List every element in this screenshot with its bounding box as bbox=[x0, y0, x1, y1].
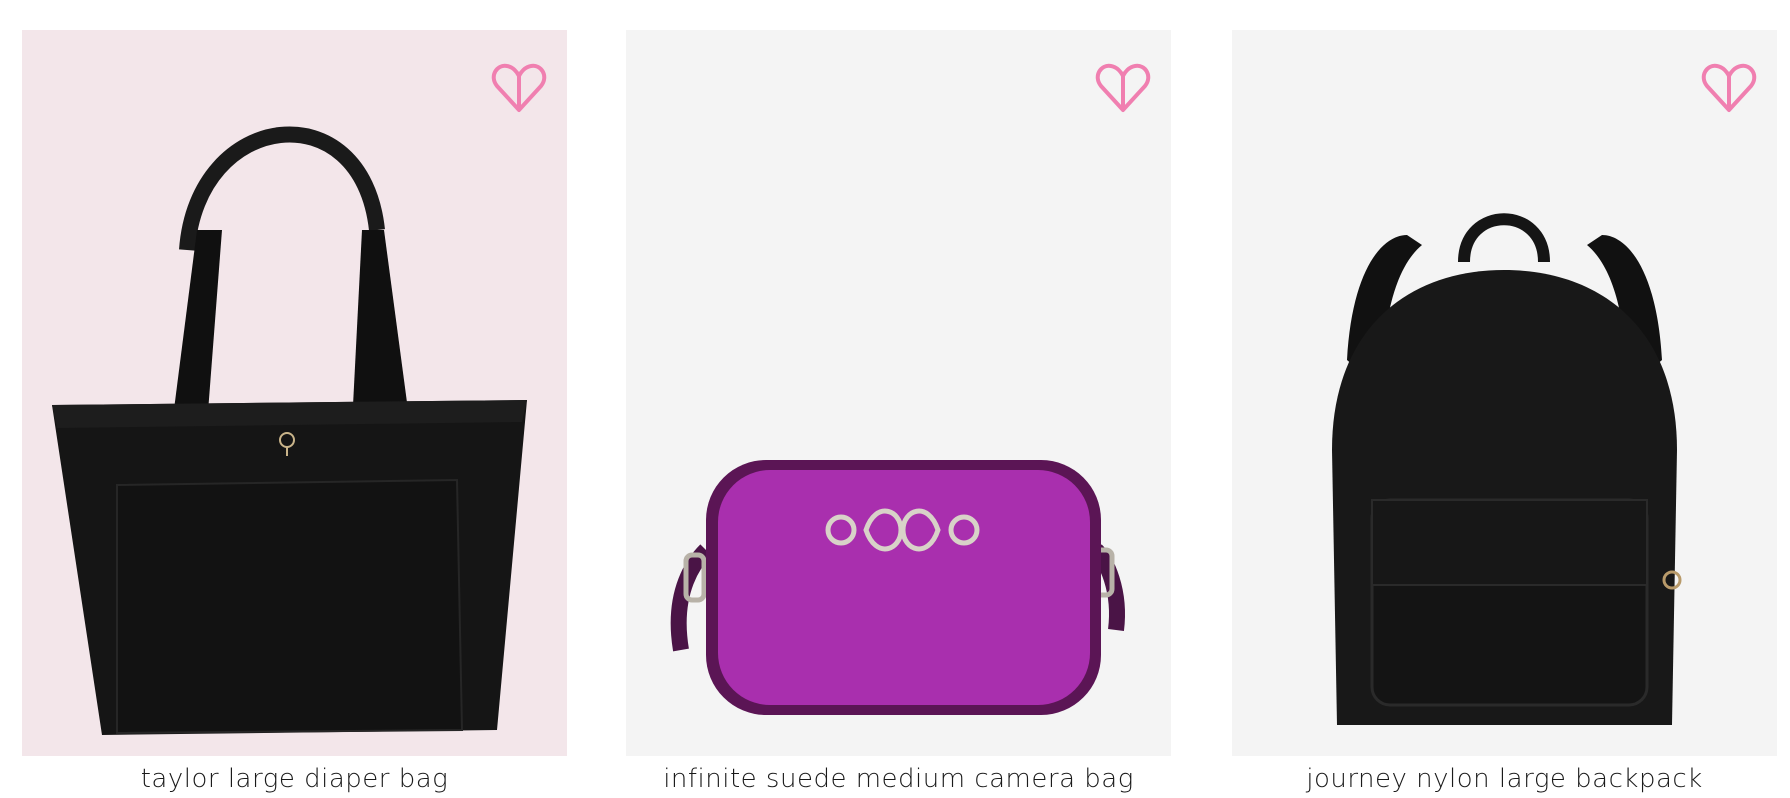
product-card: journey nylon large backpack bbox=[1232, 30, 1777, 796]
product-image bbox=[52, 126, 527, 735]
product-name[interactable]: infinite suede medium camera bag bbox=[626, 762, 1171, 796]
product-card: taylor large diaper bag bbox=[22, 30, 567, 796]
product-image-link[interactable] bbox=[22, 30, 567, 756]
product-image-link[interactable] bbox=[1232, 30, 1777, 756]
wishlist-heart-icon[interactable] bbox=[491, 60, 547, 116]
product-grid: taylor large diaper bag infinite suede m… bbox=[0, 0, 1790, 798]
product-image bbox=[1332, 213, 1682, 725]
wishlist-heart-icon[interactable] bbox=[1095, 60, 1151, 116]
product-image bbox=[670, 460, 1125, 715]
product-card: infinite suede medium camera bag bbox=[626, 30, 1171, 796]
product-name[interactable]: taylor large diaper bag bbox=[22, 762, 567, 796]
product-image-link[interactable] bbox=[626, 30, 1171, 756]
wishlist-heart-icon[interactable] bbox=[1701, 60, 1757, 116]
product-name[interactable]: journey nylon large backpack bbox=[1232, 762, 1777, 796]
